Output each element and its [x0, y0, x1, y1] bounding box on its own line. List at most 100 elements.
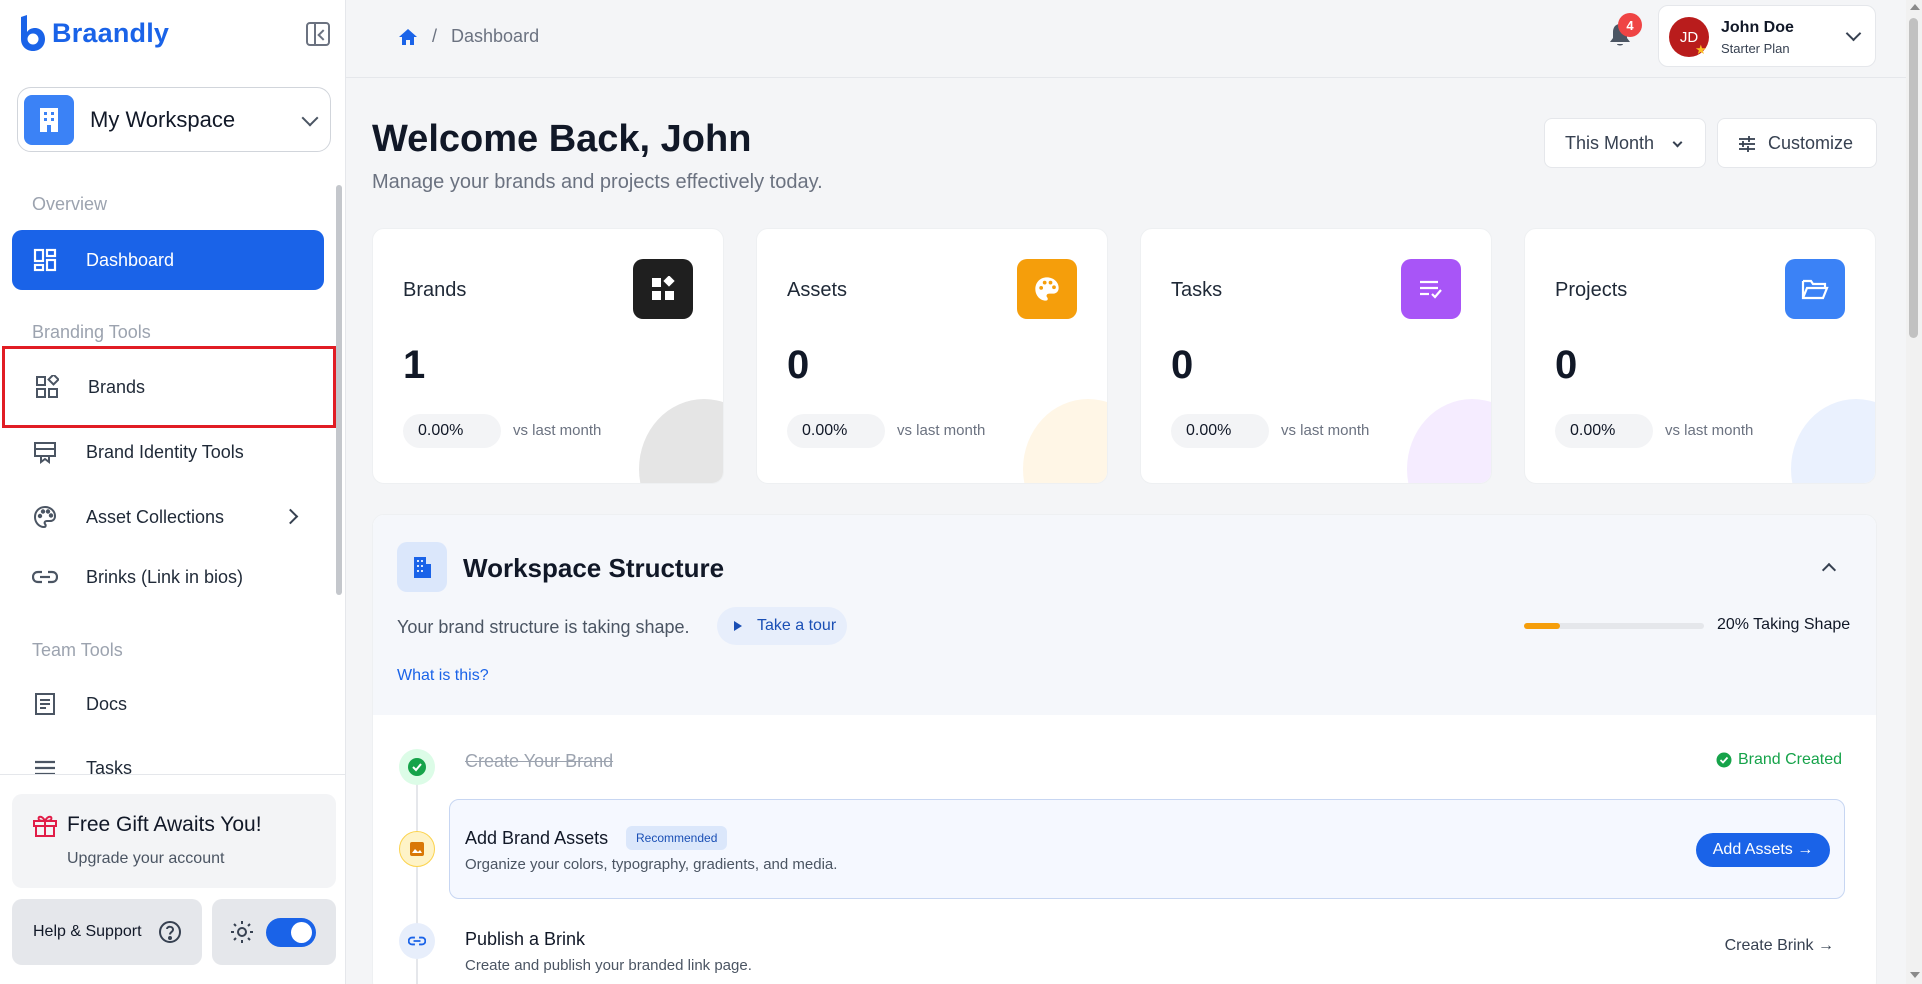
what-is-this-link[interactable]: What is this? — [397, 667, 489, 685]
star-icon: ★ — [1695, 42, 1707, 57]
stat-card-assets[interactable]: Assets 0 0.00% vs last month — [756, 228, 1108, 484]
theme-toggle-area — [212, 899, 336, 965]
stat-change: 0.00% — [1555, 414, 1653, 448]
help-support-button[interactable]: Help & Support — [12, 899, 202, 965]
take-tour-button[interactable]: Take a tour — [717, 607, 847, 645]
checklist-icon — [1401, 259, 1461, 319]
stat-compare: vs last month — [1665, 422, 1754, 439]
palette-icon — [1017, 259, 1077, 319]
check-circle-icon — [1716, 752, 1732, 768]
decorative-blob — [1023, 399, 1107, 483]
step-status-brand-created: Brand Created — [1716, 751, 1842, 769]
user-name: John Doe — [1721, 19, 1794, 36]
progress-fill — [1524, 623, 1560, 629]
sidebar-item-label: Dashboard — [86, 249, 175, 270]
create-brink-button[interactable]: Create Brink → — [1725, 937, 1834, 955]
chevron-up-icon[interactable] — [1821, 562, 1837, 578]
brands-icon — [633, 259, 693, 319]
question-icon — [159, 921, 181, 943]
sidebar-item-label: Tasks — [86, 757, 133, 775]
chevron-down-icon — [1845, 25, 1862, 42]
sidebar-item-label: Docs — [86, 693, 128, 714]
home-icon[interactable] — [398, 28, 418, 46]
logo-text: Braandly — [52, 17, 170, 48]
section-label-overview: Overview — [32, 194, 108, 214]
workspace-selector[interactable]: My Workspace — [17, 87, 331, 152]
collapse-sidebar-icon[interactable] — [306, 22, 330, 46]
scroll-down-arrow-icon[interactable] — [1910, 972, 1920, 978]
sidebar-item-docs[interactable]: Docs — [12, 674, 324, 734]
user-plan: Starter Plan — [1721, 41, 1790, 56]
stat-label: Assets — [787, 279, 848, 301]
customize-button[interactable]: Customize — [1717, 118, 1877, 168]
stat-change: 0.00% — [787, 414, 885, 448]
gift-card[interactable]: Free Gift Awaits You! Upgrade your accou… — [12, 794, 336, 888]
sun-icon — [231, 921, 253, 943]
stat-label: Projects — [1555, 279, 1628, 301]
gift-subtitle: Upgrade your account — [67, 850, 225, 867]
stat-label: Tasks — [1171, 279, 1223, 301]
stat-value: 0 — [787, 343, 810, 387]
sidebar-divider — [0, 774, 345, 775]
stat-compare: vs last month — [897, 422, 986, 439]
gift-icon — [33, 815, 57, 837]
sliders-icon — [1739, 136, 1755, 152]
period-dropdown[interactable]: This Month — [1544, 118, 1706, 168]
structure-description: Your brand structure is taking shape. — [397, 617, 690, 637]
stat-label: Brands — [403, 279, 467, 301]
stat-card-tasks[interactable]: Tasks 0 0.00% vs last month — [1140, 228, 1492, 484]
page-subtitle: Manage your brands and projects effectiv… — [372, 171, 823, 193]
sidebar-scrollbar[interactable] — [336, 185, 342, 595]
image-icon — [399, 831, 435, 867]
sidebar-item-dashboard[interactable]: Dashboard — [12, 230, 324, 290]
theme-toggle[interactable] — [266, 918, 316, 947]
tour-label: Take a tour — [757, 617, 837, 634]
sidebar-item-label: Brinks (Link in bios) — [86, 566, 244, 587]
page-scrollbar-thumb[interactable] — [1909, 18, 1918, 338]
decorative-blob — [1407, 399, 1491, 483]
sidebar-item-tasks[interactable]: Tasks — [12, 738, 324, 774]
user-menu[interactable]: JD ★ John Doe Starter Plan — [1658, 5, 1876, 67]
identity-icon — [32, 439, 58, 465]
palette-icon — [32, 504, 58, 530]
step-title-create-brand: Create Your Brand — [465, 751, 614, 771]
stat-value: 0 — [1171, 343, 1194, 387]
sidebar-item-asset-collections[interactable]: Asset Collections — [12, 487, 324, 547]
stat-value: 0 — [1555, 343, 1578, 387]
section-label-branding-tools: Branding Tools — [32, 322, 151, 342]
sidebar-item-brinks[interactable]: Brinks (Link in bios) — [12, 547, 324, 607]
step-description: Create and publish your branded link pag… — [465, 957, 752, 974]
scroll-up-arrow-icon[interactable] — [1910, 4, 1920, 10]
step-add-brand-assets: Add Brand Assets Recommended Organize yo… — [449, 799, 1845, 899]
dashboard-icon — [32, 247, 58, 273]
gift-title: Free Gift Awaits You! — [67, 813, 262, 836]
chevron-down-icon — [301, 109, 319, 127]
section-label-team-tools: Team Tools — [32, 640, 123, 660]
check-circle-icon — [399, 749, 435, 785]
breadcrumb-separator: / — [432, 26, 438, 46]
stat-card-projects[interactable]: Projects 0 0.00% vs last month — [1524, 228, 1876, 484]
sidebar-item-brands[interactable]: Brands — [2, 346, 336, 428]
logo-icon — [21, 15, 45, 51]
step-title-add-assets: Add Brand Assets — [465, 828, 609, 848]
link-icon — [32, 564, 58, 590]
logo[interactable]: Braandly — [16, 14, 169, 52]
sidebar: Braandly My Workspace Overview Dashboard… — [0, 0, 346, 984]
stat-card-brands[interactable]: Brands 1 0.00% vs last month — [372, 228, 724, 484]
chevron-right-icon — [282, 508, 299, 525]
sidebar-item-brand-identity-tools[interactable]: Brand Identity Tools — [12, 422, 324, 482]
recommended-badge: Recommended — [626, 826, 728, 850]
notification-badge: 4 — [1618, 13, 1642, 37]
period-label: This Month — [1565, 132, 1655, 153]
top-header: / Dashboard 4 JD ★ John Doe Starter Plan — [346, 0, 1906, 78]
docs-icon — [32, 691, 58, 717]
tasks-icon — [32, 755, 58, 774]
help-label: Help & Support — [33, 923, 142, 940]
chevron-down-icon — [1672, 137, 1683, 148]
stat-change: 0.00% — [1171, 414, 1269, 448]
page-title: Welcome Back, John — [372, 118, 752, 160]
step-title-publish-brink: Publish a Brink — [465, 929, 586, 949]
breadcrumb: / Dashboard — [398, 26, 539, 47]
brands-icon — [34, 374, 60, 400]
add-assets-button[interactable]: Add Assets → — [1696, 833, 1830, 867]
